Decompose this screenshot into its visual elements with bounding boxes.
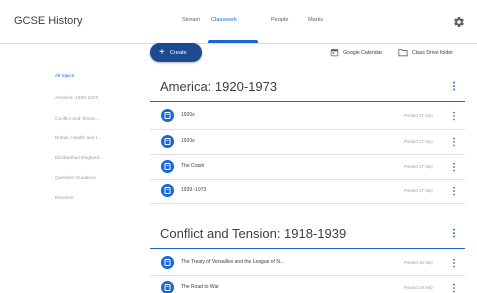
sidebar-item-question-guidance[interactable]: Question Guidance xyxy=(55,176,96,181)
material-icon xyxy=(161,256,174,269)
tab-classwork[interactable]: Classwork xyxy=(211,17,237,23)
tab-marks[interactable]: Marks xyxy=(308,17,323,23)
material-row[interactable]: 1939 -1973 Posted 17 Sep xyxy=(150,179,465,203)
material-row[interactable]: 1920s Posted 17 Sep xyxy=(150,104,465,128)
posted-date: Posted 17 Sep xyxy=(404,139,433,144)
material-title: 1920s xyxy=(181,138,195,144)
more-options-icon[interactable] xyxy=(451,186,457,196)
posted-date: Posted 18 Sep xyxy=(404,285,433,290)
topic-divider xyxy=(150,248,465,249)
sidebar-item-america[interactable]: America: 1920-1973 xyxy=(55,96,98,101)
material-icon xyxy=(161,281,174,293)
topic-more-icon[interactable] xyxy=(451,228,457,238)
google-calendar-link[interactable]: Google Calendar xyxy=(330,48,382,57)
material-row[interactable]: The Treaty of Versailles and the League … xyxy=(150,251,465,275)
more-options-icon[interactable] xyxy=(451,162,457,172)
material-title: The Crash xyxy=(181,163,205,169)
topic-more-icon[interactable] xyxy=(451,81,457,91)
material-row[interactable]: The Crash Posted 17 Sep xyxy=(150,155,465,179)
material-row[interactable]: The Road to War Posted 18 Sep xyxy=(150,276,465,293)
topic-title-conflict: Conflict and Tension: 1918-1939 xyxy=(160,226,347,241)
tab-bar: Stream Classwork People Marks xyxy=(0,0,477,44)
topic-divider xyxy=(150,101,465,102)
material-icon xyxy=(161,135,174,148)
create-button-label: Create xyxy=(169,49,187,56)
row-divider xyxy=(150,203,465,204)
material-title: 1920s xyxy=(181,112,195,118)
sidebar-item-conflict[interactable]: Conflict and Tensio... xyxy=(55,117,99,122)
material-icon xyxy=(161,184,174,197)
sidebar-item-britain-health[interactable]: Britain: Health and t... xyxy=(55,136,101,141)
plus-icon: + xyxy=(159,46,165,58)
sidebar-item-all-topics[interactable]: All topics xyxy=(55,74,74,79)
sidebar-item-elizabethan[interactable]: Elizabethan England... xyxy=(55,156,103,161)
app-header: GCSE History Stream Classwork People Mar… xyxy=(0,0,477,44)
posted-date: Posted 18 Sep xyxy=(404,260,433,265)
topic-title-america: America: 1920-1973 xyxy=(160,79,278,94)
more-options-icon[interactable] xyxy=(451,137,457,147)
more-options-icon[interactable] xyxy=(451,111,457,121)
tab-people[interactable]: People xyxy=(271,17,288,23)
posted-date: Posted 17 Sep xyxy=(404,188,433,193)
posted-date: Posted 17 Sep xyxy=(404,164,433,169)
class-drive-folder-link[interactable]: Class Drive folder xyxy=(398,48,453,57)
gear-icon[interactable] xyxy=(453,16,465,28)
material-row[interactable]: 1920s Posted 17 Sep xyxy=(150,130,465,154)
calendar-icon xyxy=(330,49,339,57)
tab-stream[interactable]: Stream xyxy=(182,17,200,23)
class-drive-folder-label: Class Drive folder xyxy=(412,49,453,56)
more-options-icon[interactable] xyxy=(451,258,457,268)
sidebar-item-revision[interactable]: Revision xyxy=(55,196,73,201)
material-icon xyxy=(161,160,174,173)
folder-icon xyxy=(398,49,408,57)
active-tab-indicator xyxy=(208,40,258,43)
more-options-icon[interactable] xyxy=(451,283,457,293)
google-calendar-label: Google Calendar xyxy=(343,49,383,56)
posted-date: Posted 17 Sep xyxy=(404,113,433,118)
create-button[interactable]: + Create xyxy=(150,43,202,62)
material-title: The Treaty of Versailles and the League … xyxy=(181,259,285,265)
material-title: The Road to War xyxy=(181,284,219,290)
material-icon xyxy=(161,109,174,122)
material-title: 1939 -1973 xyxy=(181,187,207,193)
